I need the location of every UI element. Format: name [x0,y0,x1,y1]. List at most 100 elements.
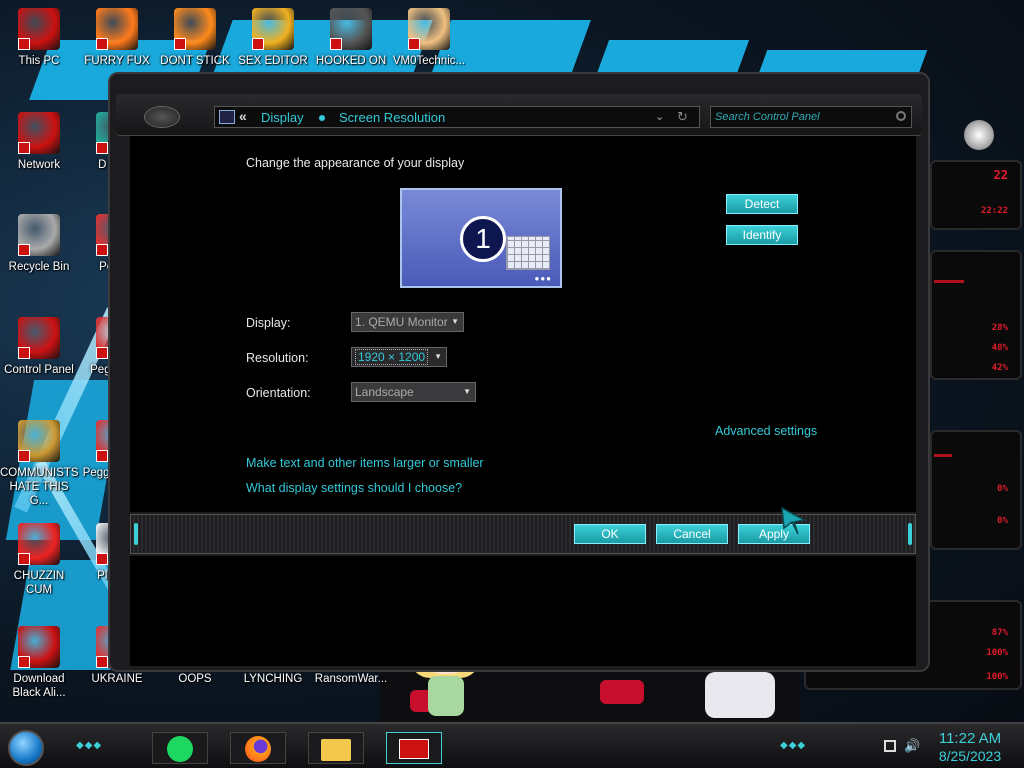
desktop-icon[interactable]: Network [0,112,78,172]
shortcut-arrow-icon [96,244,108,256]
desktop-icon-image [18,420,60,462]
shortcut-arrow-icon [18,142,30,154]
network-tray-icon[interactable] [884,740,896,752]
desktop-icon-image [18,112,60,154]
shortcut-arrow-icon [174,38,186,50]
spotify-icon [167,736,193,762]
screen-resolution-window: « Display Screen Resolution ⌄ ↻ Change t… [108,72,930,672]
breadcrumb-separator-icon [319,115,325,121]
desktop-icon[interactable]: FURRY FUX [78,8,156,68]
frame-accent-left [134,523,138,545]
desktop-icon-label: HOOKED ON [315,55,387,67]
desktop-icon-image [18,626,60,668]
orientation-select[interactable]: Landscape ▼ [351,382,476,402]
control-panel-small-icon [219,110,235,124]
desktop-icon[interactable]: CHUZZIN CUM [0,523,78,597]
hud-value-1: 28% [991,323,1008,333]
mouse-cursor-icon [781,506,807,535]
desktop-icon-label: This PC [18,55,60,67]
breadcrumb-screen-resolution[interactable]: Screen Resolution [339,110,445,125]
display-label: Display: [246,316,291,330]
taskbar-arrows-icon: ◆◆◆ [76,740,103,751]
desktop-icon[interactable]: HOOKED ON [312,8,390,68]
desktop-icon-label: SEX EDITOR [238,55,308,67]
taskbar-file-explorer[interactable] [308,732,364,764]
desktop-icon[interactable]: VM0Technic... [390,8,468,68]
display-select[interactable]: 1. QEMU Monitor ▼ [351,312,464,332]
advanced-settings-link[interactable]: Advanced settings [715,424,817,438]
address-dropdown-icon[interactable]: ⌄ [655,110,664,123]
chevron-down-icon: ▼ [434,352,442,361]
shortcut-arrow-icon [18,656,30,668]
desktop-icon-label: RansomWar... [314,673,388,685]
shortcut-arrow-icon [96,450,108,462]
search-box[interactable] [710,106,912,128]
window-menu-icon[interactable] [144,106,180,128]
desktop-icon[interactable]: Recycle Bin [0,214,78,274]
desktop-icon-label: UKRAINE [91,673,143,685]
desktop-icon[interactable]: DONT STICK [156,8,234,68]
monitor-preview[interactable]: 1 ●●● [400,188,562,288]
alien-logo-icon [964,120,994,150]
content-pane: Change the appearance of your display 1 … [130,136,916,512]
desktop-icon-label: CHUZZIN CUM [13,570,65,596]
desktop-icon[interactable]: Control Panel [0,317,78,377]
frame-accent-right [908,523,912,545]
identify-button[interactable]: Identify [726,225,798,245]
shortcut-arrow-icon [96,656,108,668]
shortcut-arrow-icon [330,38,342,50]
resolution-select[interactable]: 1920 × 1200 ▼ [351,347,447,367]
display-select-value: 1. QEMU Monitor [355,315,448,329]
desktop-icon-image [96,8,138,50]
start-orb-icon[interactable] [8,730,44,766]
desktop-icon-image [18,214,60,256]
firefox-icon [245,736,271,762]
resolution-select-value: 1920 × 1200 [355,349,429,365]
desktop-icon[interactable]: COMMUNISTS HATE THIS G... [0,420,79,508]
control-panel-icon [399,739,429,759]
shortcut-arrow-icon [18,450,30,462]
desktop-icon-label: DONT STICK [160,55,230,67]
cancel-button[interactable]: Cancel [656,524,728,544]
desktop-icon-image [330,8,372,50]
hud-value-8: 100% [986,672,1008,682]
hud-value-3: 42% [991,363,1008,373]
text-size-link[interactable]: Make text and other items larger or smal… [246,456,484,470]
shortcut-arrow-icon [96,142,108,154]
search-input[interactable] [715,109,891,125]
breadcrumb-display[interactable]: Display [261,110,304,125]
refresh-icon[interactable]: ↻ [677,109,688,125]
desktop-icon[interactable]: Download Black Ali... [0,626,78,700]
taskbar-firefox[interactable] [230,732,286,764]
desktop-icon-image [174,8,216,50]
taskbar: ◆◆◆ ◆◆◆ 🔊 11:22 AM 8/25/2023 [0,722,1024,768]
hud-value-7: 100% [986,648,1008,658]
desktop-icon-label: Network [17,159,61,171]
taskbar-control-panel[interactable] [386,732,442,764]
ok-button[interactable]: OK [574,524,646,544]
shortcut-arrow-icon [18,38,30,50]
orientation-select-value: Landscape [355,385,414,399]
desktop-icon[interactable]: This PC [0,8,78,68]
clock-date[interactable]: 8/25/2023 [930,748,1010,764]
desktop-icon-label: OOPS [178,673,212,685]
orientation-label: Orientation: [246,386,311,400]
taskbar-spotify[interactable] [152,732,208,764]
hud-value-6: 87% [991,628,1008,638]
desktop-icon-image [18,317,60,359]
hud-value-5: 0% [997,516,1008,526]
detect-button[interactable]: Detect [726,194,798,214]
back-chevron-icon[interactable]: « [239,108,247,124]
volume-icon[interactable]: 🔊 [904,738,920,754]
address-bar[interactable]: « Display Screen Resolution ⌄ ↻ [214,106,700,128]
search-icon[interactable] [896,111,906,121]
hud-gadget-panel: 22 22:22 28% 48% 42% 0% 0% 87% 100% 100% [804,80,1024,720]
monitor-window-glyph-icon [506,236,550,270]
desktop-icon[interactable]: SEX EDITOR [234,8,312,68]
desktop-icon-image [18,8,60,50]
clock-time[interactable]: 11:22 AM [930,730,1010,747]
display-help-link[interactable]: What display settings should I choose? [246,481,462,495]
page-heading: Change the appearance of your display [246,156,465,170]
desktop-icon-label: VM0Technic... [392,55,466,67]
shortcut-arrow-icon [96,553,108,565]
